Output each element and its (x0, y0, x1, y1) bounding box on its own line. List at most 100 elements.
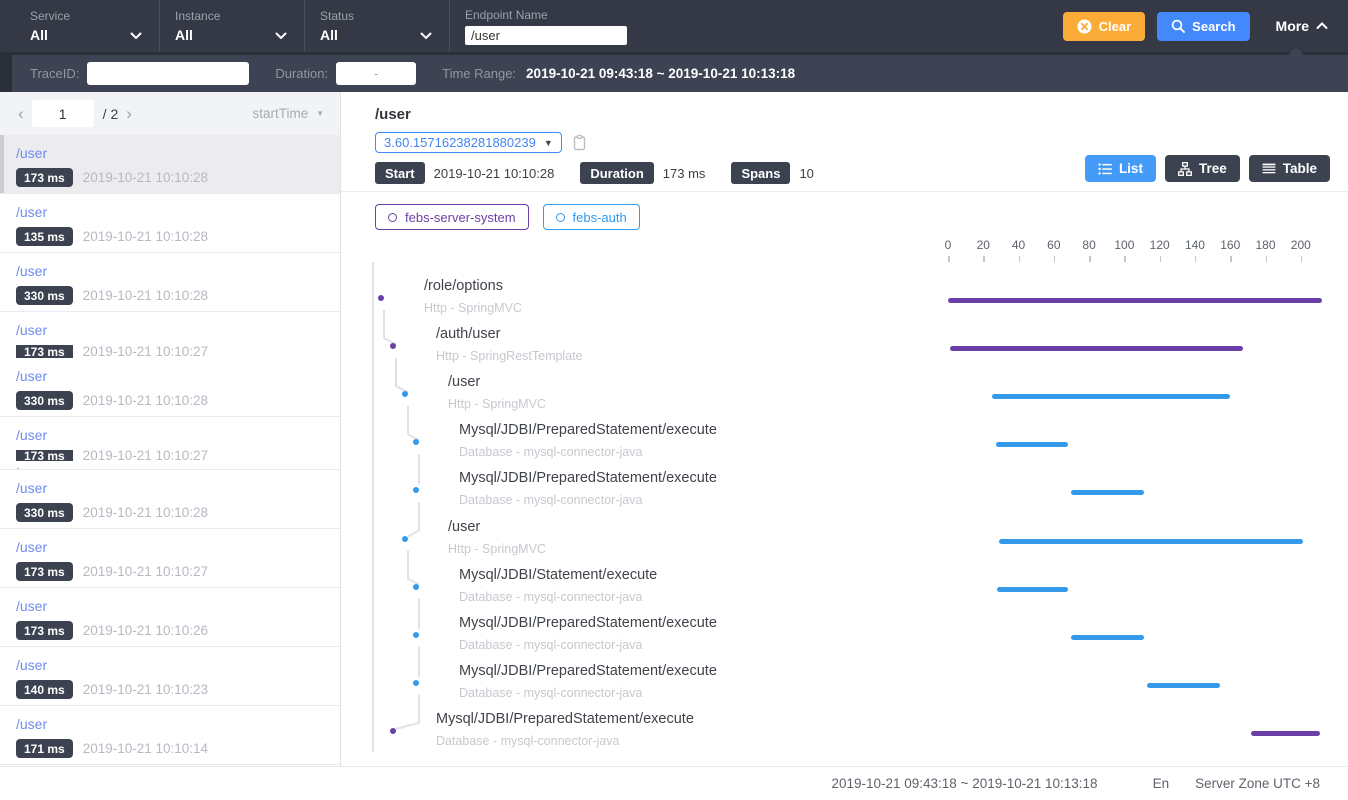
trace-list-item[interactable]: /user135 ms2019-10-21 10:10:28 (0, 194, 340, 253)
duration-badge: 135 ms (16, 227, 73, 246)
span-node-dot[interactable] (413, 487, 419, 493)
copy-icon[interactable] (572, 134, 587, 151)
span-layer: Http - SpringMVC (448, 397, 546, 411)
axis-tick-label: 60 (1047, 238, 1060, 252)
more-button[interactable]: More (1262, 11, 1332, 41)
duration-input[interactable] (336, 62, 416, 85)
search-button-label: Search (1192, 19, 1235, 34)
view-switcher: List Tree Table (1085, 155, 1330, 182)
trace-endpoint-link[interactable]: /user (16, 479, 324, 498)
span-duration-bar[interactable] (950, 346, 1243, 351)
axis-tick-label: 100 (1114, 238, 1134, 252)
search-button[interactable]: Search (1157, 12, 1249, 41)
trace-list-item[interactable]: /user330 ms2019-10-21 10:10:28 (0, 253, 340, 312)
trace-list-item[interactable]: /user173 ms2019-10-21 10:10:27 (0, 529, 340, 588)
span-name[interactable]: Mysql/JDBI/PreparedStatement/execute (436, 711, 694, 727)
span-name[interactable]: Mysql/JDBI/PreparedStatement/execute (459, 470, 717, 486)
duration-value: 173 ms (663, 166, 706, 181)
span-duration-bar[interactable] (992, 394, 1230, 399)
trace-endpoint-link[interactable]: /user (16, 262, 324, 281)
spans-value: 10 (799, 166, 813, 181)
axis-tick-mark (1019, 256, 1021, 262)
span-duration-bar[interactable] (948, 298, 1322, 303)
service-chip-febs-server-system[interactable]: febs-server-system (375, 204, 529, 230)
service-select[interactable]: Service All (30, 0, 142, 52)
trace-list-item[interactable]: /user173 ms2019-10-21 10:10:27 (0, 312, 340, 358)
span-duration-bar[interactable] (999, 539, 1302, 544)
trace-list-item[interactable]: /user171 ms2019-10-21 10:10:14 (0, 706, 340, 765)
endpoint-name-input[interactable] (465, 26, 627, 45)
trace-list-item[interactable]: /user 173 ms 2019-10-21 10:10:27, (0, 417, 340, 470)
trace-endpoint-link[interactable]: /user (16, 426, 324, 445)
service-value: All (30, 27, 142, 43)
span-name[interactable]: /user (448, 519, 480, 535)
duration-badge: 173 ms (16, 450, 73, 461)
view-table-button[interactable]: Table (1249, 155, 1330, 182)
service-chip-febs-auth[interactable]: febs-auth (543, 204, 640, 230)
prev-page-button[interactable]: ‹ (10, 105, 32, 122)
view-list-button[interactable]: List (1085, 155, 1156, 182)
trace-list-item[interactable]: /user140 ms2019-10-21 10:10:23 (0, 647, 340, 706)
span-duration-bar[interactable] (1071, 490, 1143, 495)
span-layer: Http - SpringMVC (448, 542, 546, 556)
span-node-dot[interactable] (413, 584, 419, 590)
span-duration-bar[interactable] (1147, 683, 1219, 688)
span-node-dot[interactable] (413, 632, 419, 638)
span-layer: Database - mysql-connector-java (436, 734, 619, 748)
trace-endpoint-link[interactable]: /user (16, 656, 324, 675)
axis-tick-label: 20 (977, 238, 990, 252)
span-node-dot[interactable] (378, 295, 384, 301)
span-node-dot[interactable] (402, 536, 408, 542)
trace-list-item[interactable]: /user330 ms2019-10-21 10:10:28 (0, 358, 340, 417)
span-name[interactable]: Mysql/JDBI/PreparedStatement/execute (459, 663, 717, 679)
span-duration-bar[interactable] (997, 587, 1068, 592)
sort-by-starttime[interactable]: startTime ▼ (253, 106, 324, 121)
timerange-value[interactable]: 2019-10-21 09:43:18 ~ 2019-10-21 10:13:1… (526, 66, 795, 81)
start-time: 2019-10-21 10:10:27 (83, 450, 208, 461)
trace-endpoint-link[interactable]: /user (16, 203, 324, 222)
span-name[interactable]: Mysql/JDBI/PreparedStatement/execute (459, 422, 717, 438)
span-node-dot[interactable] (413, 680, 419, 686)
trace-endpoint-link[interactable]: /user (16, 321, 324, 340)
service-chips: febs-server-system febs-auth (341, 192, 1348, 230)
span-duration-bar[interactable] (1071, 635, 1143, 640)
span-node-dot[interactable] (413, 439, 419, 445)
clear-button[interactable]: Clear (1063, 12, 1146, 41)
trace-list-item[interactable]: /user330 ms2019-10-21 10:10:28 (0, 470, 340, 529)
span-name[interactable]: /user (448, 374, 480, 390)
page-number-input[interactable] (32, 100, 94, 127)
trace-meta: 173 ms 2019-10-21 10:10:27 (16, 450, 324, 461)
duration-badge: 173 ms (16, 168, 73, 187)
span-name[interactable]: /role/options (424, 278, 503, 294)
span-name[interactable]: Mysql/JDBI/Statement/execute (459, 567, 657, 583)
segment-select[interactable]: 3.60.15716238281880239 ▼ (375, 132, 562, 153)
trace-list-item[interactable]: /user173 ms2019-10-21 10:10:26 (0, 588, 340, 647)
traceid-input[interactable] (87, 62, 249, 85)
trace-endpoint-link[interactable]: /user (16, 538, 324, 557)
span-node-dot[interactable] (390, 343, 396, 349)
list-icon (1098, 162, 1112, 176)
trace-endpoint-link[interactable]: /user (16, 144, 324, 163)
trace-list-item[interactable]: /user173 ms2019-10-21 10:10:28 (0, 135, 340, 194)
trace-endpoint-link[interactable]: /user (16, 597, 324, 616)
trace-endpoint-link[interactable]: /user (16, 367, 324, 386)
instance-select[interactable]: Instance All (175, 0, 287, 52)
span-node-dot[interactable] (402, 391, 408, 397)
status-select[interactable]: Status All (320, 0, 432, 52)
start-time: 2019-10-21 10:10:27 (83, 564, 208, 579)
language-toggle[interactable]: En (1153, 776, 1170, 791)
span-node-dot[interactable] (390, 728, 396, 734)
render-glitch-text: , (16, 461, 324, 470)
axis-tick-label: 120 (1150, 238, 1170, 252)
endpoint-name-label: Endpoint Name (465, 8, 645, 22)
span-duration-bar[interactable] (1251, 731, 1320, 736)
span-name[interactable]: /auth/user (436, 326, 501, 342)
server-zone-select[interactable]: Server Zone UTC +8 (1195, 776, 1320, 791)
span-name[interactable]: Mysql/JDBI/PreparedStatement/execute (459, 615, 717, 631)
next-page-button[interactable]: › (118, 105, 140, 122)
trace-sidebar: ‹ / 2 › startTime ▼ /user173 ms2019-10-2… (0, 92, 341, 766)
span-duration-bar[interactable] (996, 442, 1068, 447)
trace-endpoint-link[interactable]: /user (16, 715, 324, 734)
axis-tick-mark (1266, 256, 1268, 262)
view-tree-button[interactable]: Tree (1165, 155, 1240, 182)
